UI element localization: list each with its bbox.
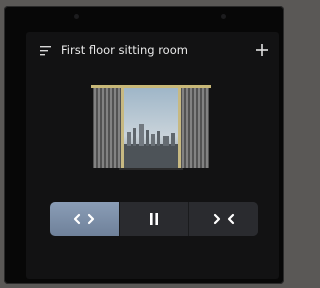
proximity-sensor-dot [74, 14, 79, 19]
curtain-illustration [91, 85, 211, 170]
light-sensor-dot [221, 14, 226, 19]
curtain-pause-button[interactable] [118, 202, 190, 236]
curtain-close-button[interactable] [189, 202, 258, 236]
right-curtain [178, 88, 209, 168]
window-view [121, 88, 181, 168]
curtain-control-bar [50, 202, 258, 236]
menu-icon[interactable] [40, 46, 52, 56]
curtain-rod [91, 85, 211, 88]
switch-panel-bezel: First floor sitting room [4, 6, 284, 284]
pause-icon [150, 213, 158, 225]
plus-icon[interactable] [255, 43, 269, 57]
curtain-open-icon [74, 213, 95, 225]
room-title: First floor sitting room [61, 43, 188, 57]
curtain-open-button[interactable] [50, 202, 119, 236]
screen-header: First floor sitting room [26, 42, 279, 60]
curtain-close-icon [213, 213, 234, 225]
touch-screen: First floor sitting room [26, 32, 279, 279]
left-curtain [93, 88, 124, 168]
